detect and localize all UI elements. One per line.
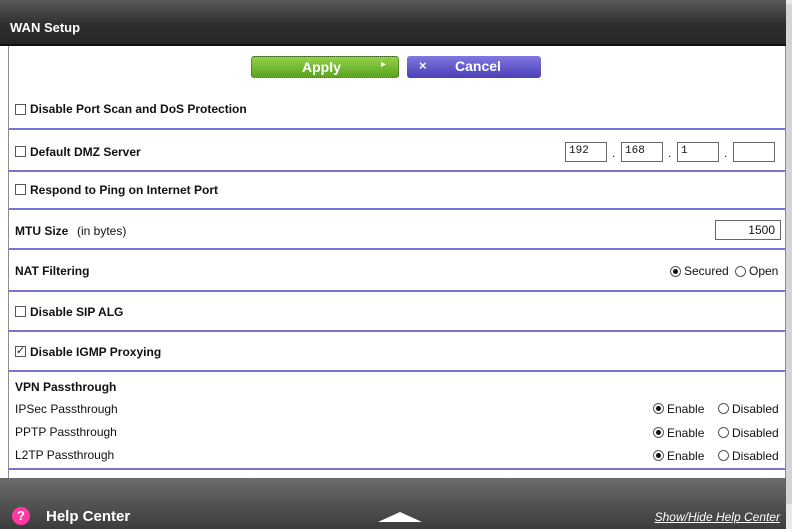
- disable-port-scan-checkbox[interactable]: [15, 104, 26, 115]
- pptp-disabled-label: Disabled: [732, 426, 779, 440]
- vpn-passthrough-title: VPN Passthrough: [15, 380, 117, 394]
- close-icon: ×: [419, 58, 427, 73]
- disable-sip-alg-checkbox[interactable]: [15, 306, 26, 317]
- apply-label: Apply: [302, 59, 341, 75]
- disable-port-scan-label: Disable Port Scan and DoS Protection: [30, 102, 247, 116]
- ipsec-enable-radio[interactable]: [653, 403, 664, 414]
- disable-sip-alg-label: Disable SIP ALG: [30, 305, 124, 319]
- disable-igmp-checkbox[interactable]: [15, 344, 26, 357]
- nat-open-label: Open: [749, 264, 779, 278]
- pptp-enable-label: Enable: [667, 426, 705, 440]
- l2tp-disabled-label: Disabled: [732, 449, 779, 463]
- cancel-button[interactable]: × Cancel: [407, 56, 541, 78]
- row-disable-port-scan: Disable Port Scan and DoS Protection: [9, 86, 785, 130]
- row-nat-filtering: NAT Filtering Secured Open: [9, 250, 785, 292]
- row-default-dmz: Default DMZ Server 192 . 168 . 1 .: [9, 130, 785, 172]
- nat-secured-radio[interactable]: [670, 266, 681, 277]
- default-dmz-checkbox[interactable]: [15, 146, 26, 157]
- ip-dot: .: [668, 146, 672, 160]
- button-bar: Apply ▸ × Cancel: [9, 46, 785, 86]
- row-respond-ping: Respond to Ping on Internet Port: [9, 172, 785, 210]
- nat-open-radio[interactable]: [735, 266, 746, 277]
- l2tp-disabled-radio[interactable]: [718, 450, 729, 461]
- ip-dot: .: [724, 146, 728, 160]
- mtu-input[interactable]: 1500: [715, 220, 781, 240]
- dmz-ip-octet-4[interactable]: [733, 142, 775, 162]
- default-dmz-label: Default DMZ Server: [30, 145, 141, 159]
- wan-setup-window: WAN Setup Apply ▸ × Cancel Disable Port …: [0, 0, 786, 529]
- help-center-bar: ? Help Center Show/Hide Help Center: [0, 478, 786, 529]
- expand-triangle-icon[interactable]: [378, 512, 422, 522]
- ipsec-label: IPSec Passthrough: [15, 402, 118, 416]
- l2tp-enable-radio[interactable]: [653, 450, 664, 461]
- nat-filtering-label: NAT Filtering: [15, 264, 90, 278]
- settings-panel: Apply ▸ × Cancel Disable Port Scan and D…: [8, 46, 786, 478]
- row-mtu: MTU Size (in bytes): [9, 210, 785, 250]
- ipsec-enable-label: Enable: [667, 402, 705, 416]
- title-bar: WAN Setup: [0, 0, 786, 46]
- nat-secured-label: Secured: [684, 264, 729, 278]
- apply-button[interactable]: Apply ▸: [251, 56, 399, 78]
- vpn-divider: [9, 468, 785, 470]
- pptp-enable-radio[interactable]: [653, 427, 664, 438]
- pptp-label: PPTP Passthrough: [15, 425, 117, 439]
- ip-dot: .: [612, 146, 616, 160]
- dmz-ip-octet-2[interactable]: 168: [621, 142, 663, 162]
- disable-igmp-label: Disable IGMP Proxying: [30, 345, 162, 359]
- l2tp-label: L2TP Passthrough: [15, 448, 115, 462]
- respond-ping-checkbox[interactable]: [15, 184, 26, 195]
- ipsec-disabled-label: Disabled: [732, 402, 779, 416]
- respond-ping-label: Respond to Ping on Internet Port: [30, 183, 218, 197]
- row-disable-sip-alg: Disable SIP ALG: [9, 292, 785, 332]
- mtu-unit: (in bytes): [77, 224, 127, 238]
- scrollbar-thumb[interactable]: [786, 4, 792, 504]
- scrollbar[interactable]: [786, 0, 792, 529]
- dmz-ip-octet-1[interactable]: 192: [565, 142, 607, 162]
- show-hide-help-link[interactable]: Show/Hide Help Center: [655, 510, 780, 524]
- row-disable-igmp: Disable IGMP Proxying: [9, 332, 785, 372]
- arrow-right-icon: ▸: [380, 59, 386, 70]
- dmz-ip-octet-3[interactable]: 1: [677, 142, 719, 162]
- pptp-disabled-radio[interactable]: [718, 427, 729, 438]
- ipsec-disabled-radio[interactable]: [718, 403, 729, 414]
- mtu-label: MTU Size: [15, 224, 69, 238]
- help-icon[interactable]: ?: [12, 507, 30, 525]
- page-title: WAN Setup: [10, 20, 81, 35]
- l2tp-enable-label: Enable: [667, 449, 705, 463]
- help-center-label: Help Center: [46, 508, 131, 525]
- cancel-label: Cancel: [455, 58, 501, 74]
